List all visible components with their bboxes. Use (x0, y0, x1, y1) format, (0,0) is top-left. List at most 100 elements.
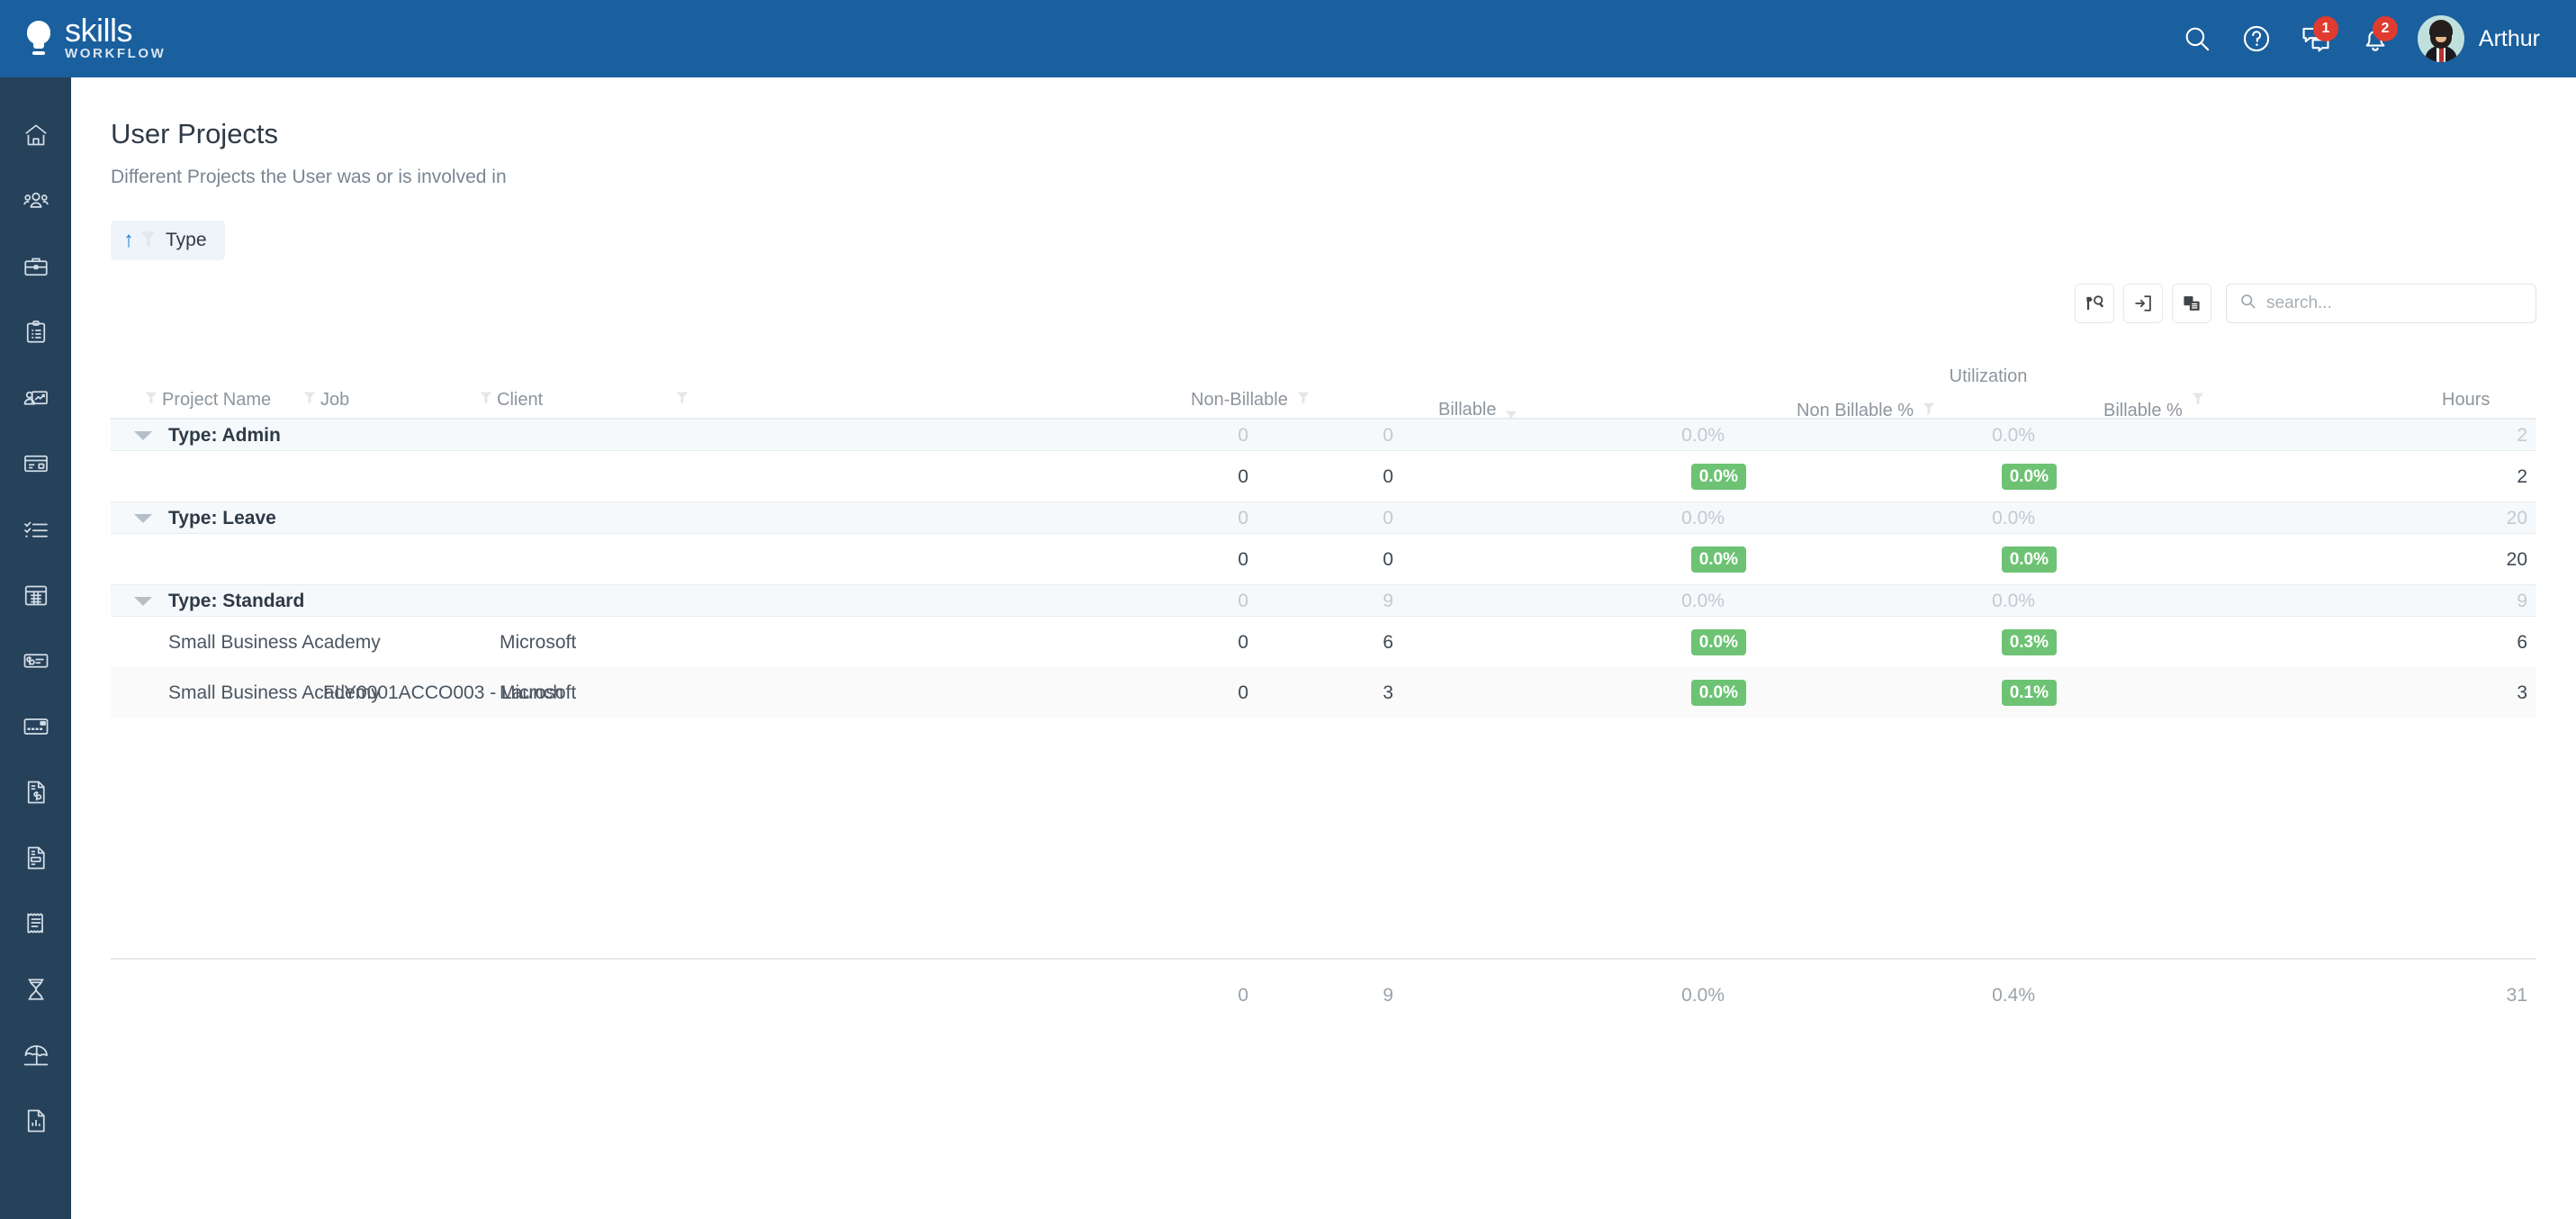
table-row[interactable]: Small Business Academy Microsoft 0 6 0.0… (111, 617, 2536, 667)
sidebar-item-receipt[interactable] (11, 904, 61, 944)
chat-bubbles-icon[interactable]: 1 (2286, 9, 2346, 68)
sidebar-item-home[interactable] (11, 115, 61, 155)
cell-non-billable: 0 (1238, 549, 1248, 571)
group-row-label: Type: Admin (168, 425, 281, 447)
group-row[interactable]: Type: Admin 0 0 0.0% 0.0% 2 (111, 419, 2536, 451)
cell-hours: 2 (2517, 466, 2527, 488)
brand-tagline: WORKFLOW (65, 46, 166, 62)
sidebar-item-clipboard[interactable] (11, 312, 61, 352)
column-header-project-name[interactable]: Project Name (145, 390, 271, 411)
sidebar-item-people[interactable] (11, 181, 61, 221)
cell-billable: 0 (1383, 508, 1393, 529)
column-group-utilization: Utilization (1795, 366, 2182, 387)
total-non-billable: 0 (1238, 985, 1248, 1007)
cell-hours: 20 (2507, 549, 2527, 571)
cell-non-billable-pct: 0.0% (1681, 425, 1725, 447)
group-row-label: Type: Standard (168, 591, 304, 612)
top-header: skills WORKFLOW (0, 0, 2576, 77)
column-chooser-icon[interactable] (2075, 284, 2114, 323)
table-row[interactable]: Small Business Academy FLY0001ACCO003 - … (111, 667, 2536, 718)
cell-hours: 2 (2517, 425, 2527, 447)
bell-icon[interactable]: 2 (2346, 9, 2405, 68)
sidebar-item-invoice[interactable] (11, 772, 61, 812)
grid-toolbar (2075, 284, 2536, 323)
cell-client: Microsoft (500, 632, 576, 654)
table-row[interactable]: 0 0 0.0% 0.0% 2 (111, 451, 2536, 501)
cell-billable: 0 (1383, 425, 1393, 447)
copy-icon[interactable] (2172, 284, 2211, 323)
badge-non-billable-pct: 0.0% (1691, 464, 1746, 490)
column-header-blank[interactable] (676, 390, 693, 411)
cell-billable: 9 (1383, 591, 1393, 612)
column-header-job[interactable]: Job (303, 390, 349, 411)
funnel-icon[interactable] (145, 390, 158, 411)
search-input-wrapper[interactable] (2226, 284, 2536, 323)
badge-non-billable-pct: 0.0% (1691, 546, 1746, 573)
badge-non-billable-pct: 0.0% (1691, 629, 1746, 655)
badge-billable-pct: 0.0% (2002, 546, 2057, 573)
total-billable-pct: 0.4% (1992, 985, 2035, 1007)
cell-billable-pct: 0.0% (1992, 425, 2035, 447)
search-icon[interactable] (2167, 9, 2227, 68)
total-non-billable-pct: 0.0% (1681, 985, 1725, 1007)
column-header-hours[interactable]: Hours (2442, 390, 2490, 411)
grid-footer-separator (111, 958, 2536, 960)
avatar (2418, 15, 2464, 62)
column-header-client[interactable]: Client (480, 390, 543, 411)
group-chip-label: Type (166, 230, 207, 251)
cell-non-billable-pct: 0.0% (1681, 591, 1725, 612)
page-subtitle: Different Projects the User was or is in… (111, 167, 2576, 188)
sidebar (0, 77, 71, 1219)
sidebar-item-hourglass[interactable] (11, 970, 61, 1009)
badge-non-billable-pct: 0.0% (1691, 680, 1746, 706)
cell-hours: 9 (2517, 591, 2527, 612)
chevron-down-icon[interactable] (134, 431, 152, 440)
sidebar-item-checklist[interactable] (11, 510, 61, 549)
search-input[interactable] (2266, 293, 2523, 313)
sidebar-item-user-chart[interactable] (11, 378, 61, 418)
cell-non-billable: 0 (1238, 591, 1248, 612)
column-header-label: Billable (1438, 400, 1496, 420)
funnel-icon[interactable] (676, 390, 689, 411)
group-row[interactable]: Type: Standard 0 9 0.0% 0.0% 9 (111, 584, 2536, 617)
sort-ascending-icon[interactable]: ↑ (123, 230, 134, 251)
funnel-icon[interactable] (2192, 391, 2204, 411)
funnel-icon[interactable] (303, 390, 316, 411)
sidebar-item-card[interactable] (11, 444, 61, 483)
total-billable: 9 (1383, 985, 1393, 1007)
column-header-label: Project Name (162, 390, 271, 411)
user-name: Arthur (2479, 26, 2540, 52)
app-root: skills WORKFLOW (0, 0, 2576, 1219)
group-chip-type[interactable]: ↑ Type (111, 221, 225, 260)
user-menu[interactable]: Arthur (2418, 15, 2540, 62)
help-circle-icon[interactable] (2227, 9, 2286, 68)
grid-header: Utilization Project Name Job (111, 359, 2536, 419)
sidebar-item-report[interactable] (11, 1101, 61, 1141)
brand-logo[interactable]: skills WORKFLOW (25, 15, 166, 62)
sidebar-item-calendar[interactable] (11, 575, 61, 615)
chevron-down-icon[interactable] (134, 597, 152, 606)
column-header-non-billable[interactable]: Non-Billable (1191, 390, 1310, 411)
badge-billable-pct: 0.0% (2002, 464, 2057, 490)
sidebar-item-cheque[interactable] (11, 641, 61, 681)
lightbulb-icon (25, 19, 52, 59)
notifications-badge: 2 (2373, 16, 2398, 41)
group-row[interactable]: Type: Leave 0 0 0.0% 0.0% 20 (111, 501, 2536, 534)
sidebar-item-briefcase[interactable] (11, 247, 61, 286)
export-icon[interactable] (2123, 284, 2163, 323)
sidebar-item-leave[interactable] (11, 1035, 61, 1075)
sidebar-item-document[interactable] (11, 838, 61, 878)
column-header-label: Client (497, 390, 543, 411)
total-hours: 31 (2507, 985, 2527, 1007)
funnel-icon[interactable] (140, 230, 157, 252)
chevron-down-icon[interactable] (134, 514, 152, 523)
badge-billable-pct: 0.3% (2002, 629, 2057, 655)
sidebar-item-credit-card[interactable] (11, 707, 61, 746)
cell-billable: 0 (1383, 549, 1393, 571)
funnel-icon[interactable] (1297, 390, 1310, 411)
cell-non-billable: 0 (1238, 632, 1248, 654)
table-row[interactable]: 0 0 0.0% 0.0% 20 (111, 534, 2536, 584)
cell-billable: 3 (1383, 682, 1393, 704)
badge-billable-pct: 0.1% (2002, 680, 2057, 706)
funnel-icon[interactable] (480, 390, 492, 411)
